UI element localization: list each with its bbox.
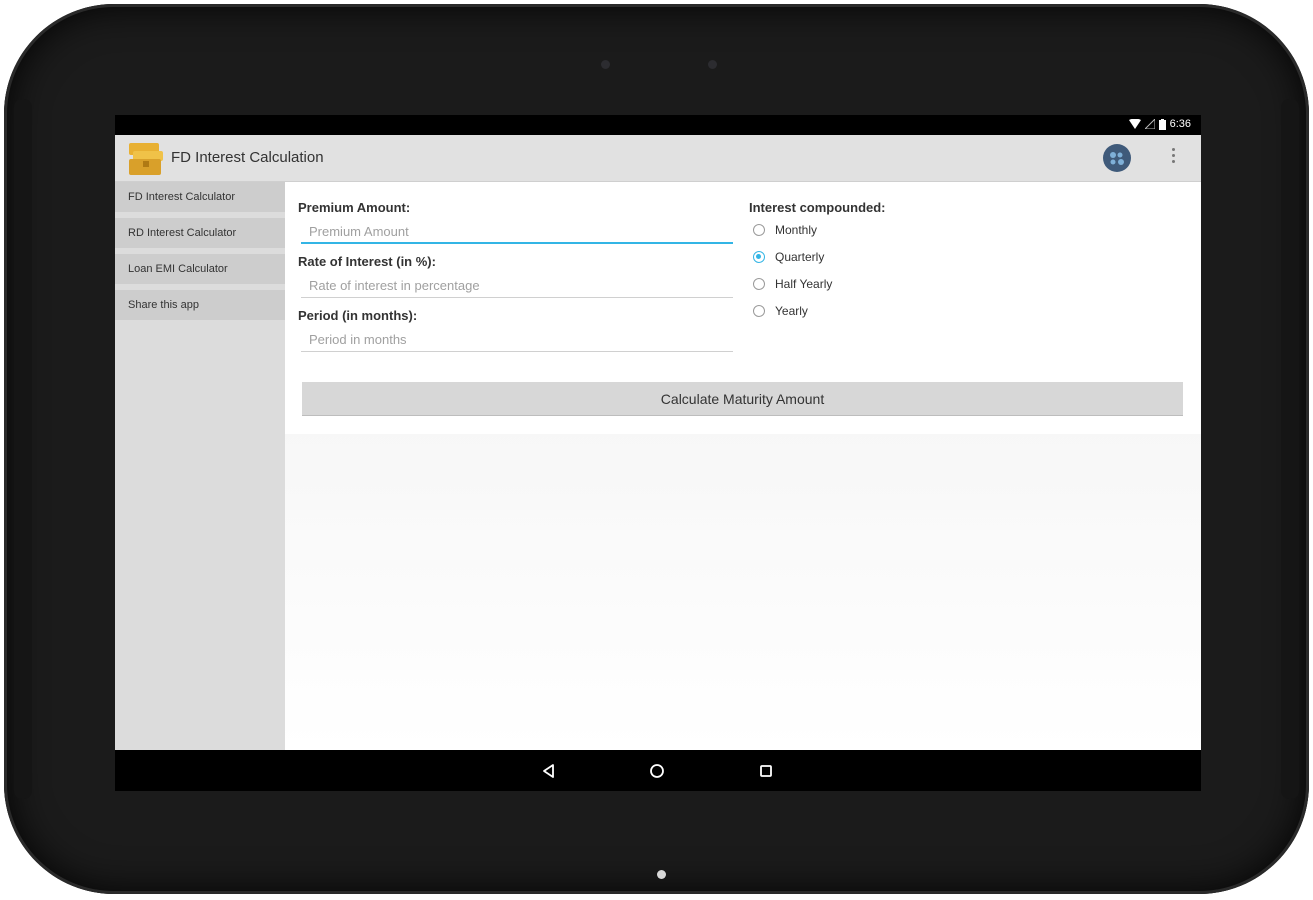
- radio-button[interactable]: [753, 224, 765, 236]
- overflow-menu-icon: [1171, 148, 1175, 151]
- radio-quarterly[interactable]: Quarterly: [753, 247, 824, 267]
- app-bar: FD Interest Calculation: [115, 135, 1201, 182]
- period-input[interactable]: [301, 328, 733, 352]
- radio-button[interactable]: [753, 278, 765, 290]
- navigation-bar: [115, 750, 1201, 791]
- radio-button-checked[interactable]: [753, 251, 765, 263]
- recents-icon[interactable]: [756, 761, 776, 781]
- device-edge-left: [14, 99, 32, 799]
- radio-monthly[interactable]: Monthly: [753, 220, 817, 240]
- calculate-maturity-button[interactable]: Calculate Maturity Amount: [302, 382, 1183, 416]
- radio-label: Quarterly: [775, 250, 825, 264]
- globe-icon: [1104, 145, 1130, 171]
- status-time: 6:36: [1169, 118, 1191, 130]
- radio-label: Half Yearly: [775, 277, 833, 291]
- back-icon[interactable]: [539, 761, 559, 781]
- rate-of-interest-label: Rate of Interest (in %):: [298, 254, 436, 269]
- sidebar: FD Interest Calculator RD Interest Calcu…: [115, 182, 285, 750]
- premium-amount-input[interactable]: [301, 220, 733, 244]
- sidebar-item-fd-calculator[interactable]: FD Interest Calculator: [115, 182, 285, 212]
- main-content: FD Interest Calculator RD Interest Calcu…: [115, 182, 1201, 750]
- sensor-icon: [708, 60, 717, 69]
- period-label: Period (in months):: [298, 308, 418, 323]
- app-title: FD Interest Calculation: [171, 149, 324, 166]
- radio-label: Yearly: [775, 304, 808, 318]
- rate-of-interest-input[interactable]: [301, 274, 733, 298]
- camera-icon: [601, 60, 610, 69]
- wifi-icon: [1128, 119, 1141, 129]
- radio-label: Monthly: [775, 223, 818, 237]
- radio-yearly[interactable]: Yearly: [753, 301, 808, 321]
- home-icon[interactable]: [647, 761, 667, 781]
- interest-compounded-label: Interest compounded:: [749, 200, 886, 215]
- sidebar-item-share-app[interactable]: Share this app: [115, 290, 285, 320]
- sidebar-item-loan-emi-calculator[interactable]: Loan EMI Calculator: [115, 254, 285, 284]
- device-screen: 6:36 FD Interest Calculation FD Interest…: [115, 115, 1201, 791]
- overflow-menu-button[interactable]: [1165, 145, 1181, 171]
- premium-amount-label: Premium Amount:: [298, 200, 411, 215]
- radio-button[interactable]: [753, 305, 765, 317]
- battery-icon: [1158, 118, 1166, 130]
- globe-button[interactable]: [1103, 144, 1131, 172]
- sidebar-item-rd-calculator[interactable]: RD Interest Calculator: [115, 218, 285, 248]
- status-bar: 6:36: [115, 115, 1201, 135]
- treasure-chest-icon: [129, 143, 163, 175]
- home-dot-icon: [657, 870, 666, 879]
- device-edge-right: [1281, 99, 1299, 799]
- radio-half-yearly[interactable]: Half Yearly: [753, 274, 832, 294]
- fd-form: Premium Amount: Rate of Interest (in %):…: [285, 182, 1201, 434]
- signal-icon: [1144, 119, 1155, 129]
